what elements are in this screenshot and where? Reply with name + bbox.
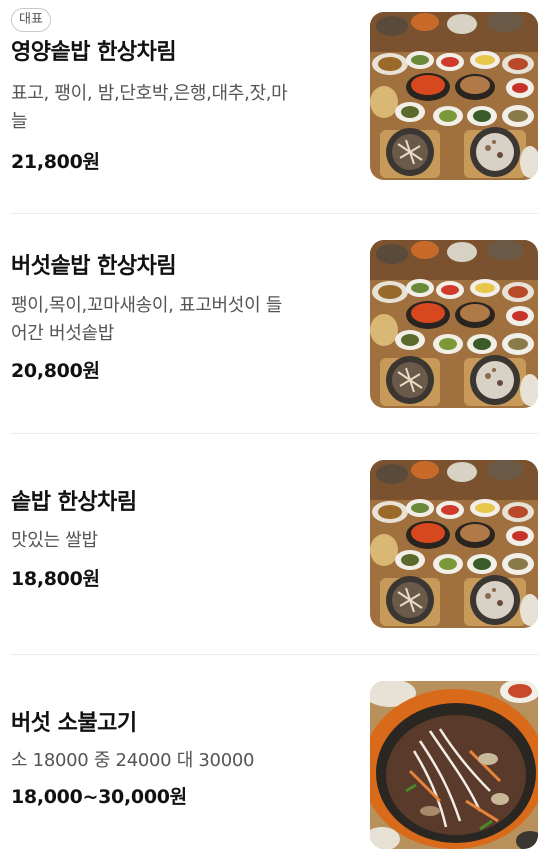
menu-item-name: 버섯 소불고기 — [11, 711, 137, 736]
menu-item-price: 21,800원 — [11, 151, 100, 173]
menu-item-name: 솥밥 한상차림 — [11, 490, 137, 515]
hansang-table-photo — [370, 240, 538, 408]
menu-item-photo[interactable] — [370, 12, 538, 180]
menu-item-info: 대표 영양솥밥 한상차림 표고, 팽이, 밤,단호박,은행,대추,잣,마 늘 2… — [11, 8, 351, 176]
menu-item-description: 맛있는 쌀밥 — [11, 530, 98, 551]
menu-item-info: 솥밥 한상차림 맛있는 쌀밥 18,800원 — [11, 488, 351, 593]
menu-item-price: 20,800원 — [11, 360, 100, 382]
menu-item-description: 소 18000 중 24000 대 30000 — [11, 750, 255, 771]
menu-item-info: 버섯 소불고기 소 18000 중 24000 대 30000 18,000~3… — [11, 709, 351, 811]
menu-item-photo[interactable] — [370, 240, 538, 408]
menu-item-price: 18,800원 — [11, 568, 100, 590]
menu-item-price: 18,000~30,000원 — [11, 786, 187, 808]
menu-item-description: 팽이,목이,꼬마새송이, 표고버섯이 들 어간 버섯솥밥 — [11, 295, 283, 344]
menu-item-name: 영양솥밥 한상차림 — [11, 40, 177, 65]
hansang-table-photo — [370, 460, 538, 628]
menu-item[interactable]: 버섯솥밥 한상차림 팽이,목이,꼬마새송이, 표고버섯이 들 어간 버섯솥밥 2… — [0, 214, 543, 433]
menu-item[interactable]: 버섯 소불고기 소 18000 중 24000 대 30000 18,000~3… — [0, 655, 543, 851]
menu-item[interactable]: 대표 영양솥밥 한상차림 표고, 팽이, 밤,단호박,은행,대추,잣,마 늘 2… — [0, 0, 543, 213]
hansang-table-photo — [370, 12, 538, 180]
menu-item[interactable]: 솥밥 한상차림 맛있는 쌀밥 18,800원 — [0, 434, 543, 654]
menu-item-name: 버섯솥밥 한상차림 — [11, 254, 177, 279]
menu-item-photo[interactable] — [370, 460, 538, 628]
menu-item-info: 버섯솥밥 한상차림 팽이,목이,꼬마새송이, 표고버섯이 들 어간 버섯솥밥 2… — [11, 252, 351, 385]
bulgogi-pan-photo — [370, 681, 538, 849]
menu-item-description: 표고, 팽이, 밤,단호박,은행,대추,잣,마 늘 — [11, 83, 288, 132]
signature-badge: 대표 — [11, 8, 51, 32]
menu-item-photo[interactable] — [370, 681, 538, 849]
